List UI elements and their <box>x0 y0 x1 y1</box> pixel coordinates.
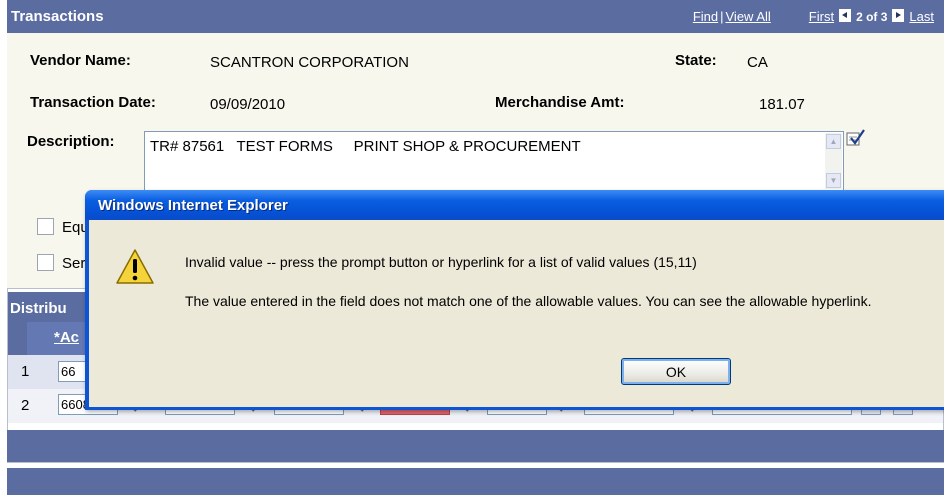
transaction-date-label: Transaction Date: <box>30 94 156 111</box>
description-label: Description: <box>27 133 115 150</box>
peoplesoft-page: Transactions Find | View All First 2 of … <box>0 0 944 495</box>
description-text: TR# 87561 TEST FORMS PRINT SHOP & PROCUR… <box>150 138 581 155</box>
ok-button[interactable]: OK <box>621 358 731 385</box>
account-column-header[interactable]: *Ac <box>54 329 79 346</box>
nav-separator: | <box>720 9 724 24</box>
page-footer <box>7 468 944 495</box>
dialog-titlebar[interactable]: Windows Internet Explorer <box>85 190 944 220</box>
view-all-link[interactable]: View All <box>726 9 771 24</box>
last-link[interactable]: Last <box>909 9 934 24</box>
state-label: State: <box>675 52 717 69</box>
dialog-body: Invalid value -- press the prompt button… <box>89 220 944 407</box>
dialog-title: Windows Internet Explorer <box>98 197 288 214</box>
description-textarea[interactable]: TR# 87561 TEST FORMS PRINT SHOP & PROCUR… <box>144 131 844 191</box>
row-number: 1 <box>21 363 30 380</box>
transactions-title: Transactions <box>11 8 104 25</box>
merchandise-amt-value: 181.07 <box>759 96 805 113</box>
record-navigation: Find | View All First 2 of 3 Last <box>693 9 934 24</box>
grid-footer <box>7 430 944 462</box>
transactions-header: Transactions Find | View All First 2 of … <box>7 0 944 33</box>
vendor-name-value: SCANTRON CORPORATION <box>210 54 409 71</box>
record-count: 2 of 3 <box>856 9 888 24</box>
checkbox-equ[interactable] <box>37 218 54 235</box>
merchandise-amt-label: Merchandise Amt: <box>495 94 625 111</box>
scroll-down-icon[interactable]: ▼ <box>826 173 841 188</box>
scroll-up-icon[interactable]: ▲ <box>826 134 841 149</box>
state-value: CA <box>747 54 768 71</box>
vendor-name-label: Vendor Name: <box>30 52 131 69</box>
first-link[interactable]: First <box>809 9 834 24</box>
dialog-detail: The value entered in the field does not … <box>185 293 872 309</box>
row-number: 2 <box>21 397 30 414</box>
checkbox-ser[interactable] <box>37 254 54 271</box>
find-link[interactable]: Find <box>693 9 718 24</box>
description-scrollbar[interactable]: ▲ ▼ <box>825 133 842 189</box>
warning-icon <box>116 249 154 284</box>
checkbox-ser-label: Ser <box>62 255 86 272</box>
previous-arrow-icon[interactable] <box>839 9 852 22</box>
next-arrow-icon[interactable] <box>892 9 905 22</box>
distribution-title: Distribu <box>10 300 67 317</box>
alert-dialog: Windows Internet Explorer Invalid value … <box>85 190 944 410</box>
transaction-date-value: 09/09/2010 <box>210 96 286 113</box>
spell-check-icon[interactable] <box>845 128 865 148</box>
dialog-message: Invalid value -- press the prompt button… <box>185 254 697 270</box>
